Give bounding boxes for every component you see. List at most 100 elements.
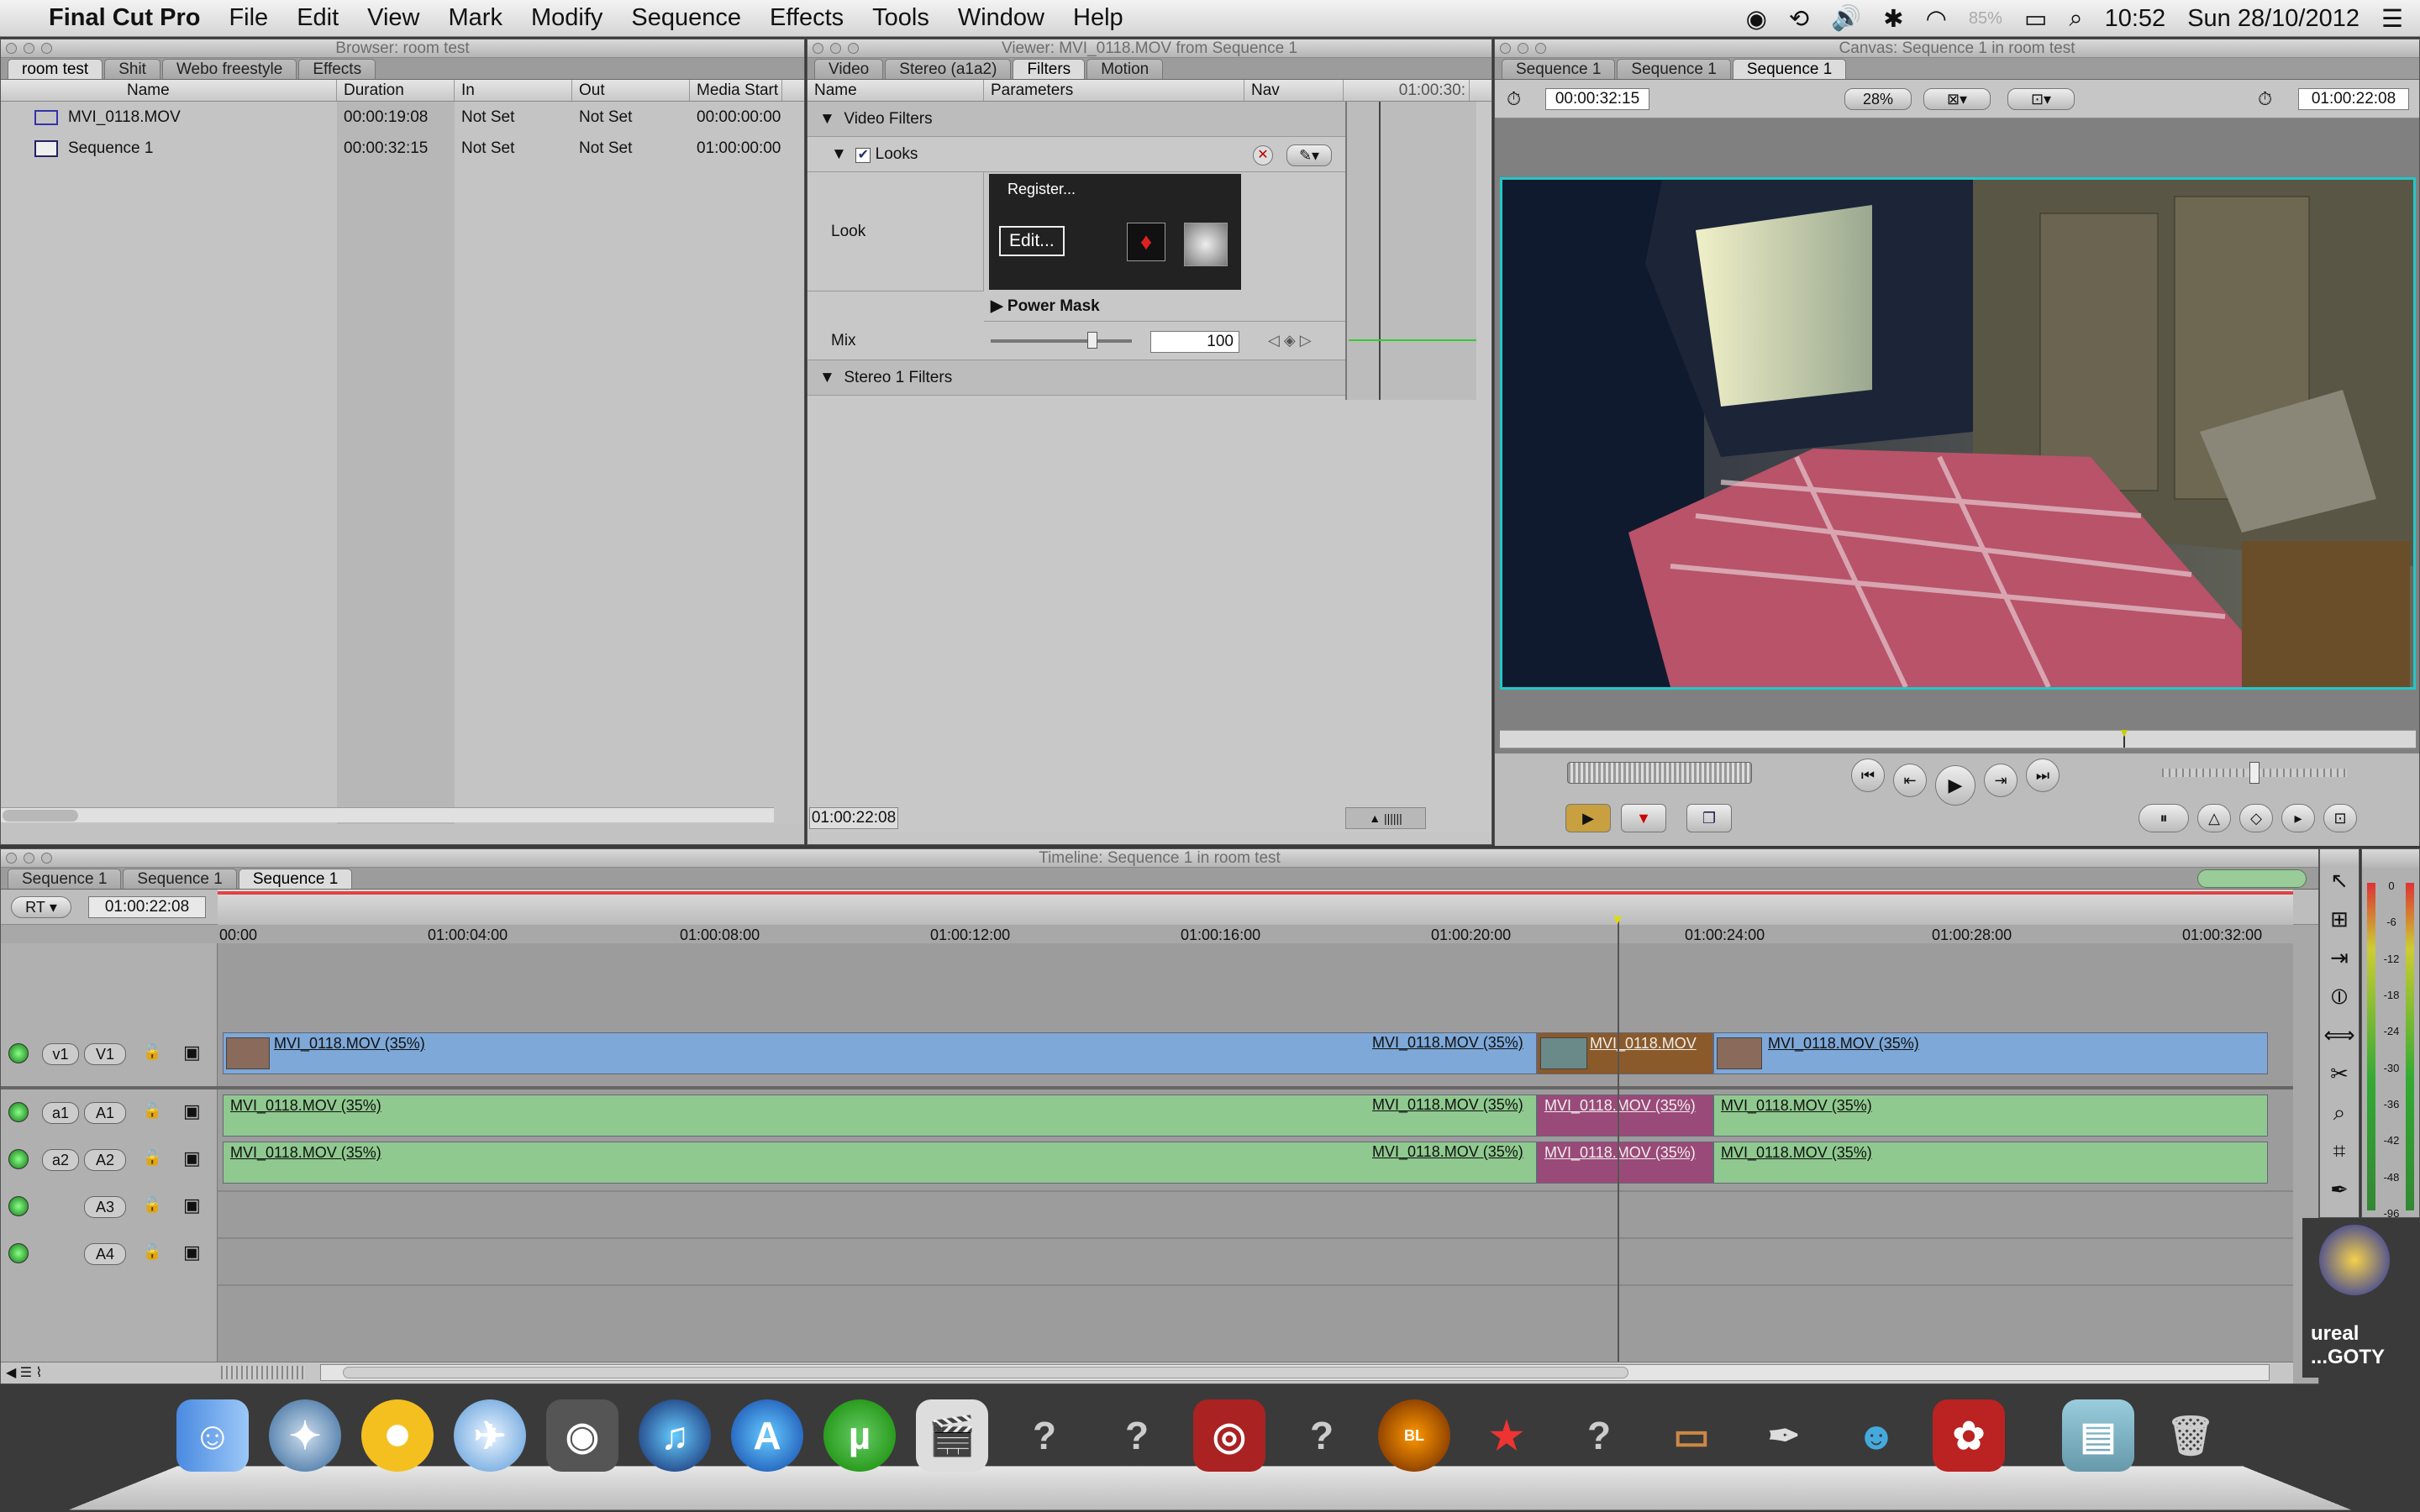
view-popup[interactable]: ⊠▾: [1923, 88, 1991, 110]
messenger-icon[interactable]: ☻: [1840, 1399, 1912, 1472]
zoom-button[interactable]: [848, 43, 859, 54]
list-item[interactable]: Sequence 1 00:00:32:15 Not Set Not Set 0…: [1, 133, 804, 164]
video-filters-row[interactable]: ▼ Video Filters: [808, 102, 1345, 137]
date[interactable]: Sun 28/10/2012: [2187, 5, 2360, 33]
audio-clip[interactable]: MVI_0118.MOV (35%): [223, 1095, 1537, 1137]
razor-tool-icon[interactable]: ✂: [2320, 1061, 2359, 1100]
timeline-ruler[interactable]: [218, 890, 2293, 925]
play-around-button[interactable]: ⇥: [1984, 764, 2018, 797]
filter-options-button[interactable]: ✎▾: [1286, 144, 1332, 166]
zoom-button[interactable]: [41, 853, 52, 864]
itunes-icon[interactable]: ♫: [639, 1399, 711, 1472]
track-visibility-icon[interactable]: [8, 1243, 29, 1263]
missing-app-icon[interactable]: ?: [1563, 1399, 1635, 1472]
tab-video[interactable]: Video: [814, 59, 884, 79]
menu-sequence[interactable]: Sequence: [631, 4, 741, 32]
audio-clip[interactable]: MVI_0118.MOV (35%): [1713, 1142, 2268, 1184]
menu-edit[interactable]: Edit: [297, 4, 339, 32]
timeline-render-buttons[interactable]: [2197, 869, 2307, 888]
go-to-previous-edit-button[interactable]: ⏮: [1851, 759, 1885, 792]
clock[interactable]: 10:52: [2105, 5, 2166, 33]
menu-help[interactable]: Help: [1073, 4, 1123, 32]
shuttle-control[interactable]: [1567, 762, 1752, 784]
audio-clip[interactable]: MVI_0118.MOV (35%): [223, 1142, 1537, 1184]
disclosure-triangle-icon[interactable]: ▼: [831, 145, 847, 163]
close-button[interactable]: [6, 853, 17, 864]
minimize-button[interactable]: [24, 43, 34, 54]
photo-booth-icon[interactable]: ◎: [1193, 1399, 1265, 1472]
lock-track-icon[interactable]: 🔓: [143, 1196, 161, 1214]
current-time-field[interactable]: 01:00:22:08: [2298, 88, 2409, 110]
slip-tool-icon[interactable]: ⟺: [2320, 1022, 2359, 1061]
col-in[interactable]: In: [455, 80, 572, 101]
notification-center-icon[interactable]: ☰: [2381, 4, 2403, 34]
zoom-tool-icon[interactable]: ⌕: [2320, 1100, 2359, 1138]
status-menu-icon[interactable]: ◉: [1746, 4, 1767, 34]
playhead-marker-icon[interactable]: ▼: [1611, 913, 1624, 928]
edit-selection-tool-icon[interactable]: ⊞: [2320, 906, 2359, 945]
power-mask-row[interactable]: ▶ Power Mask: [984, 291, 1345, 322]
chrome-icon[interactable]: [361, 1399, 434, 1472]
canvas-scrubber[interactable]: ▼: [1500, 726, 2416, 748]
video-clip[interactable]: MVI_0118.MOV (35%): [1365, 1032, 1537, 1074]
zoom-popup[interactable]: 28%: [1844, 88, 1912, 110]
star-game-icon[interactable]: ★: [1470, 1399, 1543, 1472]
tab-sequence-1[interactable]: Sequence 1: [1502, 59, 1616, 79]
source-control[interactable]: a1: [42, 1102, 79, 1124]
disclosure-triangle-icon[interactable]: ▼: [819, 369, 835, 386]
auto-select-icon[interactable]: ▣: [183, 1194, 201, 1216]
battery-label[interactable]: 85%: [1969, 9, 2002, 29]
finder-icon[interactable]: ☺: [176, 1399, 249, 1472]
app-store-icon[interactable]: A: [731, 1399, 803, 1472]
destination-control[interactable]: A3: [84, 1196, 126, 1218]
mix-value-field[interactable]: 100: [1150, 331, 1239, 353]
menu-effects[interactable]: Effects: [770, 4, 844, 32]
lock-track-icon[interactable]: 🔓: [143, 1102, 161, 1120]
disclosure-triangle-icon[interactable]: ▶: [991, 297, 1003, 315]
app-menu[interactable]: Final Cut Pro: [49, 4, 200, 32]
safari-icon[interactable]: ✦: [269, 1399, 341, 1472]
mix-slider-knob[interactable]: [1086, 332, 1097, 349]
volume-icon[interactable]: 🔊: [1831, 4, 1861, 33]
pen-tool-icon[interactable]: ✒: [2320, 1177, 2359, 1215]
auto-select-icon[interactable]: ▣: [183, 1242, 201, 1263]
track-visibility-icon[interactable]: [8, 1149, 29, 1169]
keyframe-nav[interactable]: ◁ ◈ ▷: [1268, 332, 1327, 354]
missing-app-icon[interactable]: ?: [1286, 1399, 1358, 1472]
close-button[interactable]: [6, 43, 17, 54]
add-keyframe-button[interactable]: ◇: [2239, 804, 2273, 832]
trash-icon[interactable]: 🗑: [2154, 1399, 2227, 1472]
missing-app-icon[interactable]: ?: [1101, 1399, 1173, 1472]
col-name[interactable]: Name: [1, 80, 337, 101]
bluetooth-icon[interactable]: ✱: [1883, 4, 1903, 34]
zoom-slider[interactable]: [221, 1366, 305, 1379]
crop-tool-icon[interactable]: ⌗: [2320, 1138, 2359, 1177]
facetime-icon[interactable]: ◉: [546, 1399, 618, 1472]
match-frame-button[interactable]: ⏸: [2139, 804, 2189, 832]
looks-row[interactable]: ▼ ✔ Looks ✕ ✎▾: [808, 137, 1345, 172]
tab-webo-freestyle[interactable]: Webo freestyle: [161, 59, 297, 79]
source-control[interactable]: a2: [42, 1149, 79, 1171]
tab-sequence-1[interactable]: Sequence 1: [1617, 59, 1731, 79]
mail-icon[interactable]: ✈: [454, 1399, 526, 1472]
time-machine-icon[interactable]: ⟲: [1789, 4, 1809, 34]
go-to-next-edit-button[interactable]: ⏭: [2026, 759, 2060, 792]
overlay-popup[interactable]: ⊡▾: [2007, 88, 2075, 110]
look-thumbnail[interactable]: ♦: [1127, 223, 1165, 261]
destination-control[interactable]: V1: [84, 1043, 126, 1065]
tab-room-test[interactable]: room test: [8, 59, 103, 79]
reset-filter-button[interactable]: ✕: [1253, 145, 1273, 165]
audio-clip[interactable]: MVI_0118.MOV (35%): [1365, 1095, 1537, 1137]
menu-file[interactable]: File: [229, 4, 268, 32]
auto-select-icon[interactable]: ▣: [183, 1042, 201, 1063]
add-marker-button[interactable]: ▸: [2281, 804, 2315, 832]
tab-stereo[interactable]: Stereo (a1a2): [885, 59, 1012, 79]
jog-control[interactable]: [2162, 762, 2347, 784]
viewer-titlebar[interactable]: Viewer: MVI_0118.MOV from Sequence 1: [808, 39, 1491, 58]
video-clip[interactable]: MVI_0118.MOV (35%): [223, 1032, 1537, 1074]
mark-clip-button[interactable]: △: [2197, 804, 2231, 832]
track-visibility-icon[interactable]: [8, 1043, 29, 1063]
script-editor-icon[interactable]: ✒: [1748, 1399, 1820, 1472]
roll-tool-icon[interactable]: ⦶: [2320, 984, 2359, 1022]
tab-motion[interactable]: Motion: [1086, 59, 1164, 79]
